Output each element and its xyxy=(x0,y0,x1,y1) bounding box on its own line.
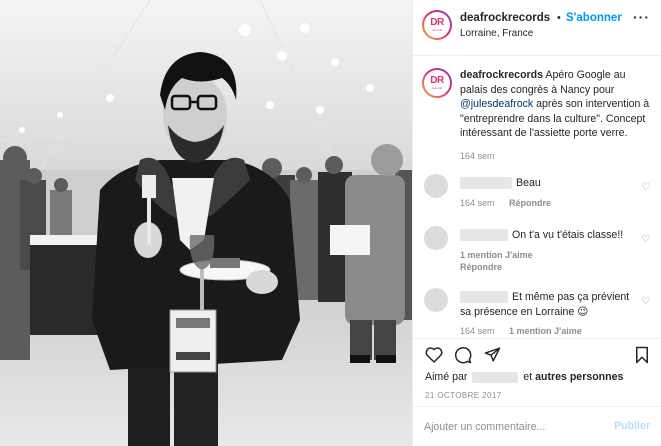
avatar-subtext: records xyxy=(431,28,442,32)
comment-heart-icon[interactable]: ♡ xyxy=(641,234,650,245)
comment-age: 164 sem xyxy=(460,198,495,208)
avatar-text: DR xyxy=(430,17,444,28)
liked-by-user-blurred[interactable] xyxy=(472,371,519,383)
commenter-name-blurred[interactable] xyxy=(460,229,508,242)
post-actions: Aimé par et autres personnes 21 OCTOBRE … xyxy=(413,338,661,400)
commenter-name-blurred[interactable] xyxy=(460,177,512,190)
post-photo[interactable] xyxy=(0,0,412,446)
heart-icon[interactable] xyxy=(425,346,443,363)
comment-likes[interactable]: 1 mention J'aime xyxy=(460,250,533,260)
caption-age-text: 164 sem xyxy=(460,150,495,161)
comment-meta-2: Répondre xyxy=(460,262,514,272)
comment-heart-icon[interactable]: ♡ xyxy=(641,182,650,193)
reply-button[interactable]: Répondre xyxy=(460,262,502,272)
comment-body: On t'a vu t'étais classe!! xyxy=(512,229,624,241)
caption-age: 164 sem xyxy=(460,149,656,164)
follow-separator: • xyxy=(557,12,561,24)
commenter-name-blurred[interactable] xyxy=(460,291,508,304)
post-location[interactable]: Lorraine, France xyxy=(460,28,533,39)
publish-button[interactable]: Publier xyxy=(614,420,650,432)
comment-heart-icon[interactable]: ♡ xyxy=(641,296,650,307)
comment-text: Beau xyxy=(460,176,640,191)
post-image xyxy=(0,0,412,446)
post-date[interactable]: 21 OCTOBRE 2017 xyxy=(425,391,502,400)
commenter-avatar[interactable] xyxy=(424,226,448,250)
commenter-avatar[interactable] xyxy=(424,288,448,312)
liked-by: Aimé par et autres personnes xyxy=(425,371,623,383)
comment-meta: 164 sem 1 mention J'aime xyxy=(460,326,594,336)
comment-meta: 164 sem Répondre xyxy=(460,198,563,208)
comment-likes[interactable]: 1 mention J'aime xyxy=(509,326,582,336)
comment-input[interactable] xyxy=(424,418,604,436)
comment-text: On t'a vu t'étais classe!! xyxy=(460,228,640,243)
more-options-icon[interactable]: ··· xyxy=(633,10,650,24)
bookmark-icon[interactable] xyxy=(634,346,650,364)
add-comment-bar: Publier xyxy=(413,406,661,446)
caption-mention[interactable]: @julesdeafrock xyxy=(460,98,533,110)
reply-button[interactable]: Répondre xyxy=(509,198,551,208)
liked-by-others[interactable]: autres personnes xyxy=(535,371,623,383)
share-icon[interactable] xyxy=(484,346,501,363)
commenter-avatar[interactable] xyxy=(424,174,448,198)
post-panel: DR records deafrockrecords • S'abonner L… xyxy=(412,0,661,446)
caption-username[interactable]: deafrockrecords xyxy=(460,69,543,81)
comments-list[interactable]: DR records deafrockrecords Apéro Google … xyxy=(413,56,661,338)
comment-icon[interactable] xyxy=(454,346,472,364)
comment-meta: 1 mention J'aime xyxy=(460,250,545,260)
comment-age: 164 sem xyxy=(460,326,495,336)
post-header: DR records deafrockrecords • S'abonner L… xyxy=(413,0,661,56)
author-username[interactable]: deafrockrecords xyxy=(460,12,550,24)
caption-avatar[interactable]: DR records xyxy=(422,68,452,98)
comment-text: Et même pas ça prévient sa présence en L… xyxy=(460,290,640,319)
comment-body: Beau xyxy=(516,177,541,189)
caption-avatar-subtext: records xyxy=(431,86,442,90)
author-avatar[interactable]: DR records xyxy=(422,10,452,40)
follow-button[interactable]: S'abonner xyxy=(566,12,622,24)
liked-by-prefix: Aimé par xyxy=(425,371,468,383)
caption-avatar-text: DR xyxy=(430,75,444,86)
post-caption: deafrockrecords Apéro Google au palais d… xyxy=(460,68,656,163)
liked-by-and: et xyxy=(523,371,533,383)
